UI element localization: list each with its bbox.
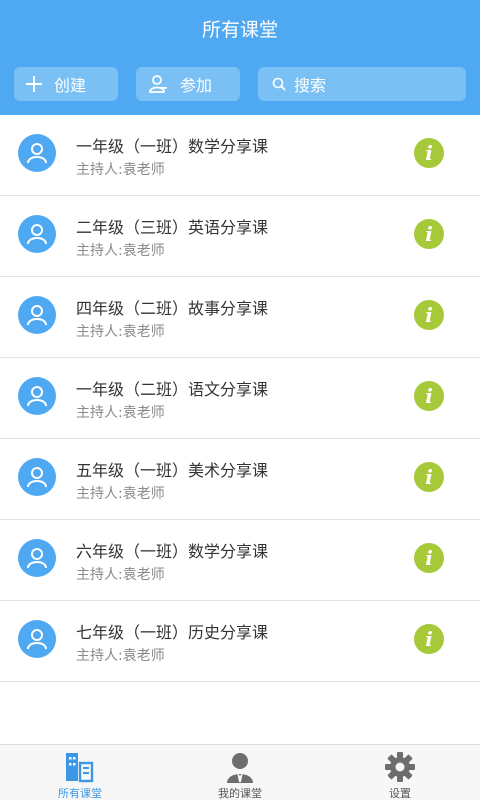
class-list: 一年级（一班）数学分享课 主持人:袁老师 i 二年级（三班）英语分享课 主持人:… (0, 115, 480, 745)
class-title: 六年级（一班）数学分享课 (76, 542, 269, 561)
avatar (18, 377, 56, 415)
avatar (18, 296, 56, 334)
create-button[interactable]: 创建 (14, 67, 118, 101)
class-title: 一年级（一班）数学分享课 (76, 137, 269, 156)
avatar (18, 215, 56, 253)
tab-my-classes[interactable]: 我的课堂 (160, 745, 320, 801)
user-avatar-icon (27, 143, 47, 164)
info-icon[interactable]: i (414, 219, 444, 249)
class-title: 二年级（三班）英语分享课 (76, 218, 269, 237)
tab-all-classes[interactable]: 所有课堂 (0, 745, 160, 801)
bottom-tab-bar: 所有课堂 我的课堂 设置 (0, 744, 480, 800)
class-host: 主持人:袁老师 (76, 486, 165, 502)
class-title: 七年级（一班）历史分享课 (76, 623, 269, 642)
class-row[interactable]: 七年级（一班）历史分享课 主持人:袁老师 i (0, 601, 480, 682)
info-icon[interactable]: i (414, 624, 444, 654)
info-icon[interactable]: i (414, 138, 444, 168)
class-host: 主持人:袁老师 (76, 243, 165, 259)
info-icon[interactable]: i (414, 300, 444, 330)
class-row[interactable]: 四年级（二班）故事分享课 主持人:袁老师 i (0, 277, 480, 358)
user-avatar-icon (27, 305, 47, 326)
class-row[interactable]: 一年级（一班）数学分享课 主持人:袁老师 i (0, 115, 480, 196)
classroom-icon (66, 753, 94, 783)
class-row[interactable]: 六年级（一班）数学分享课 主持人:袁老师 i (0, 520, 480, 601)
tab-label: 我的课堂 (218, 787, 262, 800)
search-icon (272, 77, 286, 91)
class-row[interactable]: 二年级（三班）英语分享课 主持人:袁老师 i (0, 196, 480, 277)
class-host: 主持人:袁老师 (76, 567, 165, 583)
tab-label: 所有课堂 (58, 787, 102, 800)
info-icon[interactable]: i (414, 381, 444, 411)
user-avatar-icon (27, 467, 47, 488)
info-icon[interactable]: i (414, 462, 444, 492)
user-avatar-icon (27, 224, 47, 245)
join-label: 参加 (180, 76, 213, 95)
class-row[interactable]: 一年级（二班）语文分享课 主持人:袁老师 i (0, 358, 480, 439)
plus-icon (26, 76, 42, 92)
search-placeholder: 搜索 (294, 76, 327, 95)
tab-settings[interactable]: 设置 (320, 745, 480, 801)
header-bar: 所有课堂 创建 参加 搜索 (0, 0, 480, 115)
user-avatar-icon (27, 629, 47, 650)
avatar (18, 539, 56, 577)
class-title: 四年级（二班）故事分享课 (76, 299, 269, 318)
avatar (18, 458, 56, 496)
class-title: 五年级（一班）美术分享课 (76, 461, 269, 480)
create-label: 创建 (54, 76, 87, 95)
page-title: 所有课堂 (201, 19, 278, 41)
join-button[interactable]: 参加 (136, 67, 240, 101)
user-avatar-icon (27, 386, 47, 407)
person-icon (227, 753, 253, 783)
avatar (18, 134, 56, 172)
class-title: 一年级（二班）语文分享课 (76, 380, 269, 399)
user-avatar-icon (27, 548, 47, 569)
class-host: 主持人:袁老师 (76, 648, 165, 664)
class-host: 主持人:袁老师 (76, 324, 165, 340)
class-host: 主持人:袁老师 (76, 162, 165, 178)
avatar (18, 620, 56, 658)
search-input[interactable]: 搜索 (258, 67, 466, 101)
class-row[interactable]: 五年级（一班）美术分享课 主持人:袁老师 i (0, 439, 480, 520)
class-host: 主持人:袁老师 (76, 405, 165, 421)
gear-icon (385, 752, 415, 782)
info-icon[interactable]: i (414, 543, 444, 573)
tab-label: 设置 (389, 787, 411, 800)
person-join-icon (149, 75, 167, 93)
